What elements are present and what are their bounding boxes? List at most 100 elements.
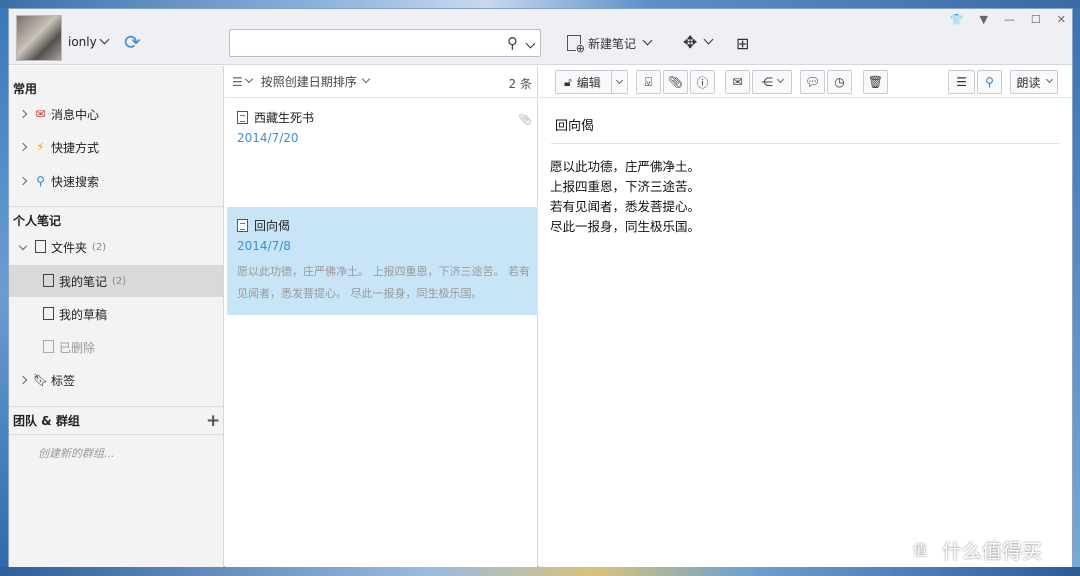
- chevron-down-icon[interactable]: [611, 71, 627, 93]
- note-line: 愿以此功德，庄严佛净土。: [550, 159, 701, 174]
- add-group-icon[interactable]: +: [206, 411, 220, 431]
- chevron-down-icon[interactable]: [17, 241, 29, 250]
- note-doc-icon: [237, 111, 248, 124]
- zoom-button[interactable]: ⚲: [977, 70, 1002, 94]
- menu-icon[interactable]: ▼: [979, 13, 987, 26]
- note-title: 西藏生死书: [254, 111, 315, 125]
- note-date: 2014/7/8: [237, 239, 291, 253]
- section-common: 常用: [13, 82, 38, 96]
- watermark: 值 什么值得买: [906, 535, 1042, 564]
- sidebar-item-label: 已删除: [59, 340, 96, 355]
- note-list: ☰ 按照创建日期排序 2 条 西藏生死书 📎︎ 2014/7/20 回向偈 20…: [225, 66, 538, 567]
- apps-button[interactable]: ⊞: [736, 31, 749, 55]
- folder-count: (2): [92, 241, 107, 253]
- chevron-down-icon[interactable]: [361, 74, 371, 83]
- app-window: ionly ⟳ ⚲ ⊕ 新建笔记 ✥ ⊞ 👕 ▼ — ☐ ✕ 常用 ✉ 消息中心: [8, 8, 1073, 567]
- sidebar-item-label: 文件夹: [51, 240, 88, 255]
- chevron-right-icon[interactable]: [17, 109, 29, 119]
- sidebar-item-message-center[interactable]: ✉ 消息中心: [9, 98, 223, 130]
- edit-button[interactable]: 🔓︎ 编辑: [555, 70, 628, 94]
- bookmark-icon: 🔖︎: [33, 372, 49, 387]
- paperclip-icon: 📎︎: [667, 75, 684, 89]
- close-icon[interactable]: ✕: [1057, 13, 1066, 26]
- divider: [9, 434, 223, 435]
- chevron-right-icon[interactable]: [17, 176, 29, 186]
- chevron-down-icon[interactable]: [244, 74, 254, 83]
- new-note-button[interactable]: ⊕ 新建笔记: [567, 31, 653, 55]
- skin-icon[interactable]: 👕: [950, 13, 964, 26]
- sidebar-item-label: 标签: [51, 373, 76, 388]
- list-header: ☰ 按照创建日期排序 2 条: [225, 66, 538, 98]
- sidebar-item-tags[interactable]: 🔖︎ 标签: [9, 364, 223, 396]
- attach-button[interactable]: 📎︎: [663, 70, 688, 94]
- new-group-link[interactable]: 创建新的群组...: [38, 445, 115, 461]
- minimize-icon[interactable]: —: [1004, 13, 1015, 26]
- maximize-icon[interactable]: ☐: [1031, 13, 1041, 26]
- sidebar-item-label: 我的草稿: [59, 307, 108, 322]
- move-button[interactable]: ✥: [683, 31, 714, 55]
- sidebar-item-drafts[interactable]: 我的草稿: [9, 298, 223, 330]
- desktop-left-strip: [0, 8, 8, 576]
- chevron-right-icon[interactable]: [17, 375, 29, 385]
- outline-button[interactable]: ☰: [948, 70, 975, 94]
- search-box[interactable]: ⚲: [229, 29, 541, 57]
- editor-toolbar: 🔓︎ 编辑 ⍌ 📎︎ ⓘ ✉ ⋲ 💬︎ ◷ 🗑︎ ☰ ⚲ 朗读: [539, 66, 1072, 98]
- sidebar: 常用 ✉ 消息中心 ⚡ 快捷方式 ⚲ 快速搜索 个人笔记 文件夹 (2) 我的笔…: [9, 66, 224, 567]
- sidebar-item-folders[interactable]: 文件夹 (2): [9, 231, 223, 263]
- share-button[interactable]: ⋲: [752, 70, 792, 94]
- note-item[interactable]: 回向偈 2014/7/8 愿以此功德，庄严佛净土。 上报四重恩，下济三途苦。 若…: [227, 207, 538, 315]
- desktop-right-strip: [1073, 8, 1080, 576]
- info-icon: ⓘ: [696, 75, 709, 90]
- note-title: 回向偈: [254, 219, 291, 233]
- bookmark-button[interactable]: ⍌: [636, 70, 661, 94]
- comment-button[interactable]: 💬︎: [800, 70, 825, 94]
- desktop-top-strip: [0, 0, 1080, 8]
- message-icon: ✉: [35, 106, 46, 121]
- sidebar-item-shortcuts[interactable]: ⚡ 快捷方式: [9, 131, 223, 163]
- read-aloud-button[interactable]: 朗读: [1010, 70, 1058, 94]
- note-editor: 🔓︎ 编辑 ⍌ 📎︎ ⓘ ✉ ⋲ 💬︎ ◷ 🗑︎ ☰ ⚲ 朗读 回向偈 愿以此功德…: [539, 66, 1072, 567]
- sidebar-item-quick-search[interactable]: ⚲ 快速搜索: [9, 165, 223, 197]
- desktop-bottom-strip: [0, 567, 1080, 576]
- divider: [9, 406, 223, 407]
- sync-icon[interactable]: ⟳: [124, 32, 141, 52]
- comment-icon: 💬︎: [804, 75, 821, 89]
- delete-button[interactable]: 🗑︎: [863, 70, 888, 94]
- chevron-right-icon[interactable]: [17, 142, 29, 152]
- info-button[interactable]: ⓘ: [690, 70, 715, 94]
- sidebar-item-my-notes[interactable]: 我的笔记 (2): [9, 265, 223, 297]
- search-options-icon[interactable]: [525, 38, 536, 52]
- note-date: 2014/7/20: [237, 131, 299, 145]
- bookmark-icon: ⍌: [644, 74, 653, 89]
- sidebar-item-deleted[interactable]: 已删除: [9, 331, 223, 363]
- mail-button[interactable]: ✉: [725, 70, 750, 94]
- divider: [9, 206, 223, 207]
- sidebar-item-label: 消息中心: [51, 107, 100, 122]
- share-icon: ⋲: [761, 75, 773, 89]
- move-arrows-icon: ✥: [683, 33, 698, 53]
- watermark-text: 什么值得买: [942, 539, 1042, 563]
- note-line: 若有见闻者，悉发菩提心。: [550, 199, 701, 214]
- user-menu[interactable]: ionly: [68, 34, 110, 49]
- draft-icon: [41, 306, 56, 322]
- chevron-down-icon: [642, 35, 653, 45]
- reminder-button[interactable]: ◷: [827, 70, 852, 94]
- avatar[interactable]: [16, 15, 62, 61]
- trash-icon: 🗑︎: [867, 75, 884, 89]
- chevron-down-icon: [1045, 75, 1053, 83]
- list-icon: ☰: [956, 75, 967, 89]
- view-mode-icon[interactable]: ☰: [232, 75, 243, 89]
- new-note-label: 新建笔记: [588, 36, 637, 51]
- watermark-logo: 值: [906, 535, 934, 564]
- note-item[interactable]: 西藏生死书 📎︎ 2014/7/20: [227, 99, 538, 207]
- folder-icon: [33, 239, 48, 255]
- mail-icon: ✉: [732, 75, 743, 89]
- sort-button[interactable]: 按照创建日期排序: [261, 73, 357, 90]
- lock-icon: 🔓︎: [564, 74, 572, 89]
- chevron-down-icon: [99, 34, 110, 45]
- my-notes-count: (2): [112, 275, 127, 287]
- search-icon[interactable]: ⚲: [507, 34, 518, 52]
- chevron-down-icon: [703, 34, 714, 44]
- note-line: 尽此一报身，同生极乐国。: [550, 219, 701, 234]
- note-title-field[interactable]: 回向偈: [555, 115, 594, 134]
